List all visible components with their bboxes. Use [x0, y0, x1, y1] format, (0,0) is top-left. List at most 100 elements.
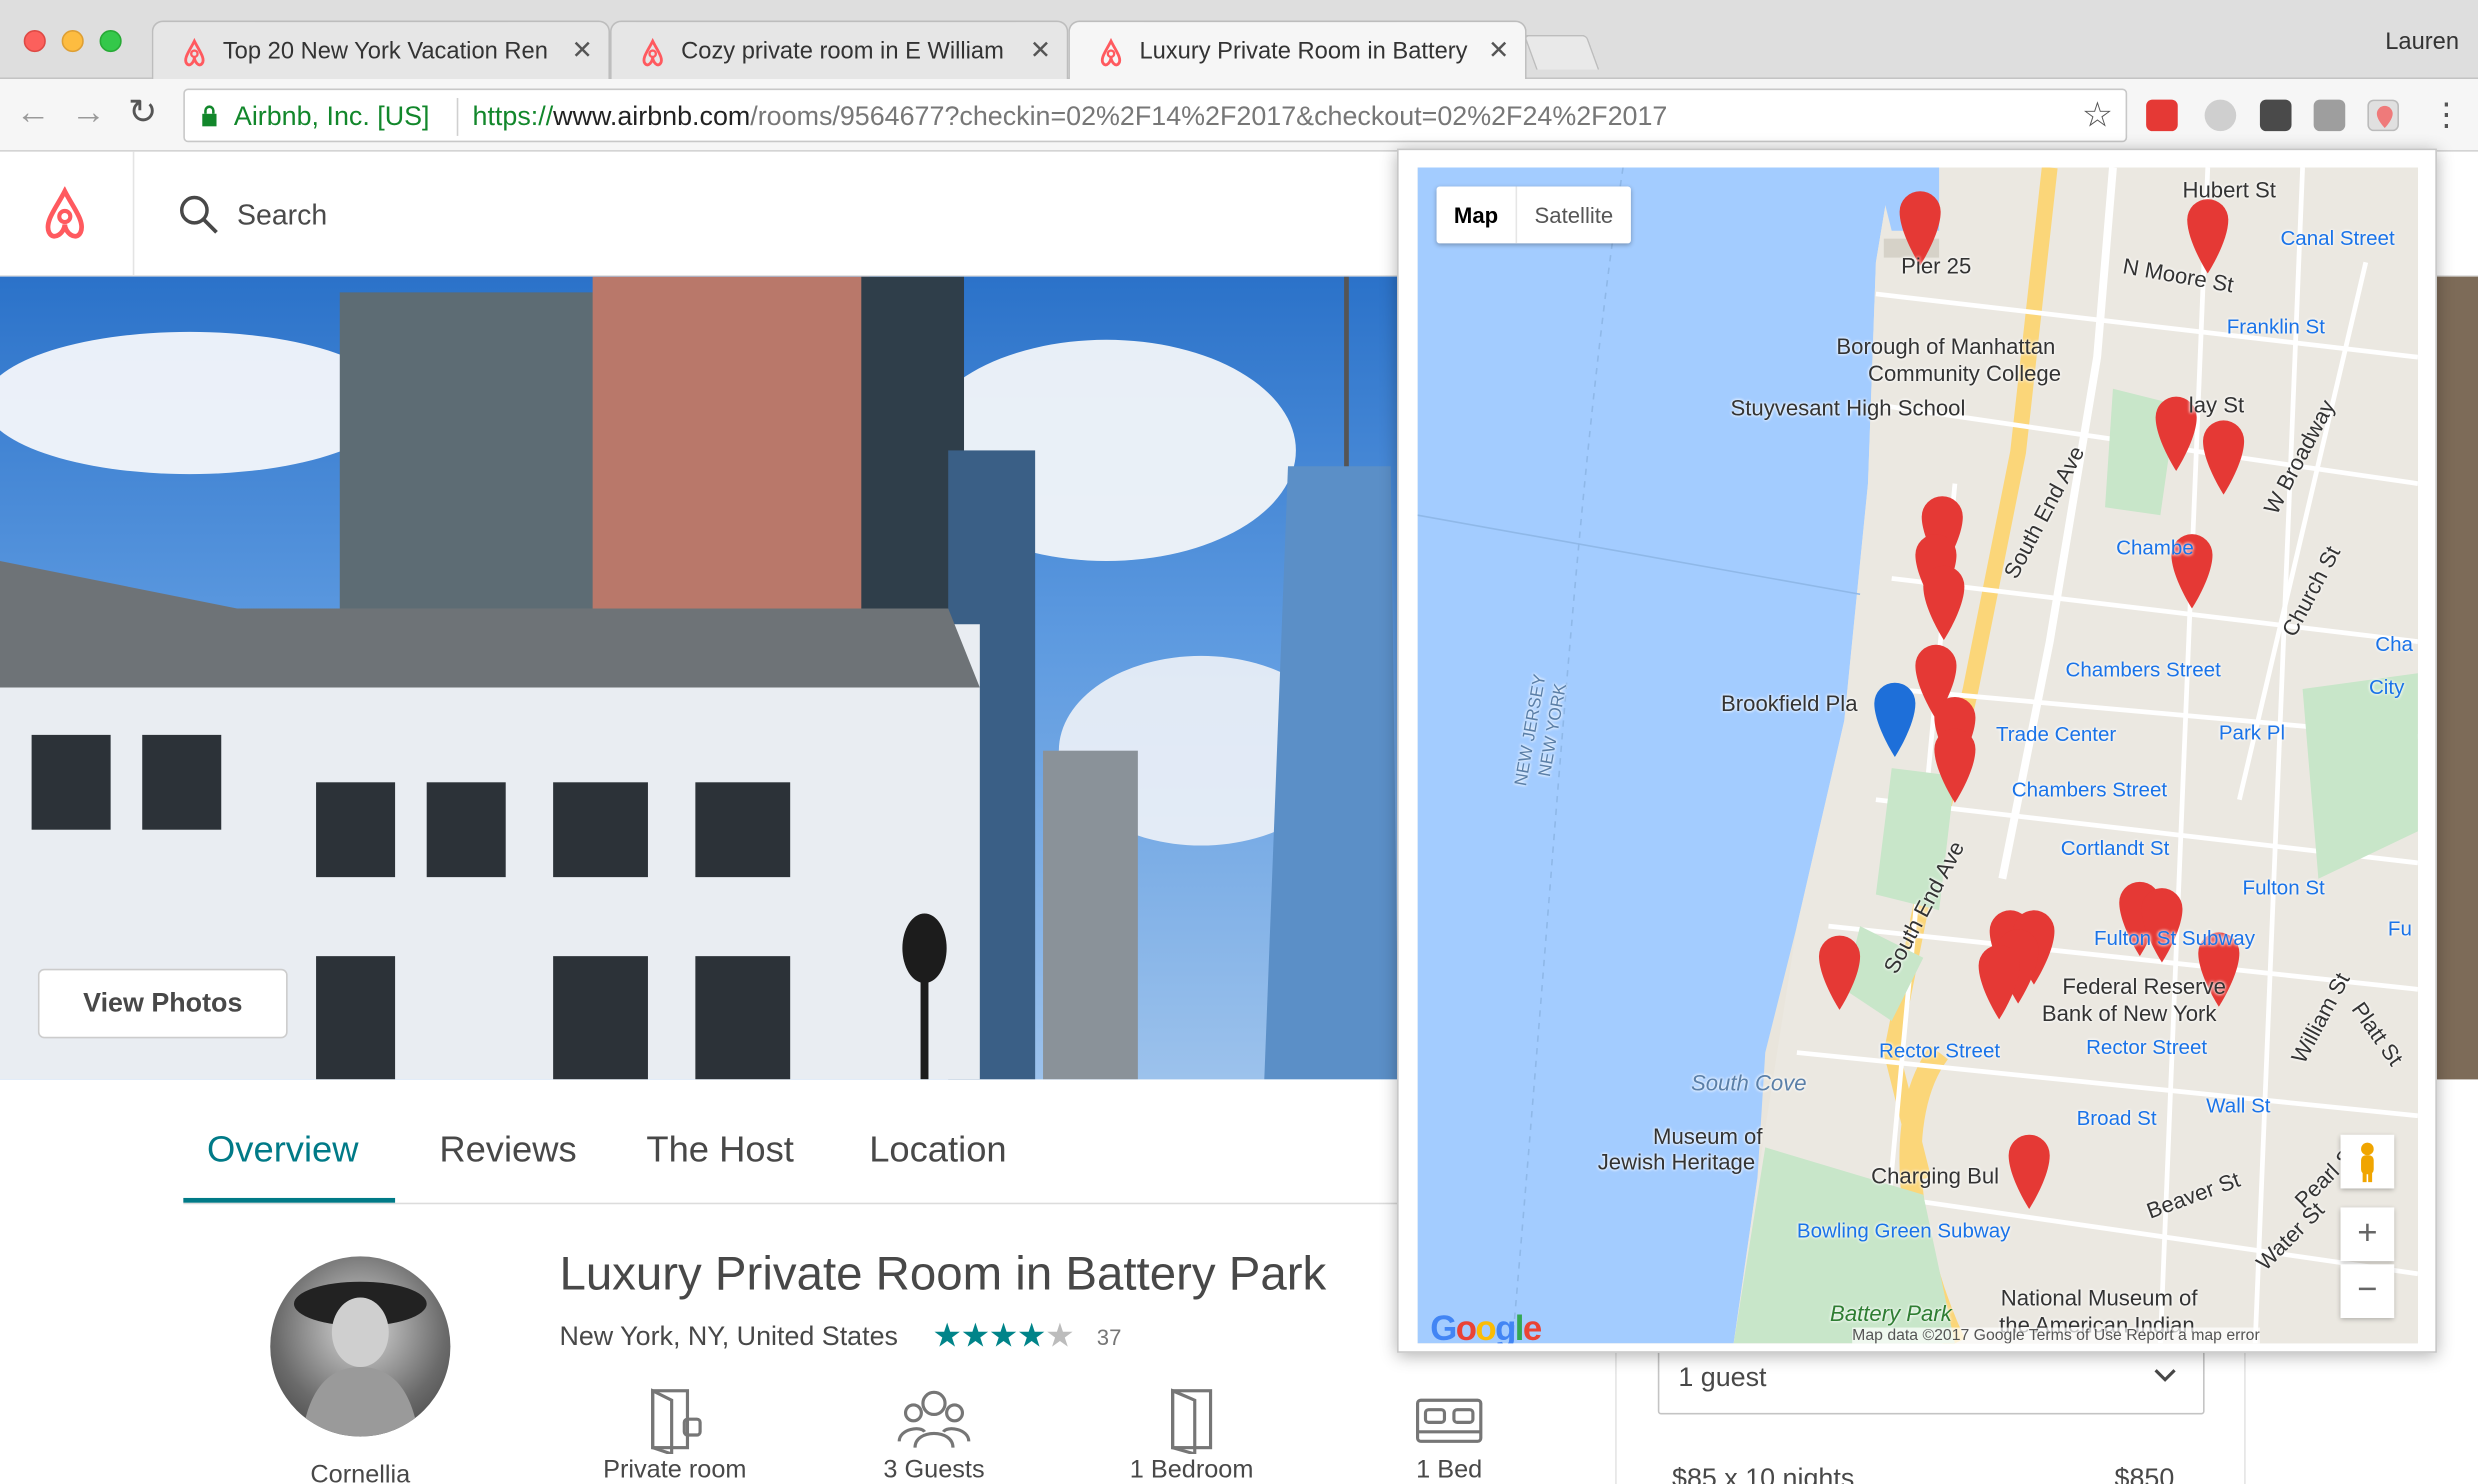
maximize-window-button[interactable]	[99, 30, 122, 53]
browser-tab-1[interactable]: Top 20 New York Vacation Ren ✕	[151, 20, 611, 80]
google-map[interactable]: Pier 25 Borough of Manhattan Community C…	[1417, 167, 2418, 1344]
star-half-icon: ★	[1045, 1318, 1075, 1355]
close-tab-icon[interactable]: ✕	[571, 35, 592, 67]
map-label: Wall St	[2206, 1093, 2271, 1118]
booking-divider	[1615, 1351, 1617, 1484]
star-icon: ★	[988, 1318, 1019, 1355]
private-room-icon	[651, 1388, 702, 1454]
search-input[interactable]: Search	[237, 199, 327, 232]
map-extension-popup: Pier 25 Borough of Manhattan Community C…	[1397, 148, 2437, 1353]
map-label: Bank of New York	[2041, 1000, 2217, 1026]
tab-the-host[interactable]: The Host	[646, 1128, 793, 1171]
star-icon: ★	[1016, 1318, 1047, 1355]
tab-title: Cozy private room in E William	[681, 37, 1004, 65]
address-bar[interactable]: Airbnb, Inc. [US] https://www.airbnb.com…	[183, 88, 2128, 143]
map-label: Canal Street	[2280, 225, 2395, 250]
map-label: City	[2368, 674, 2405, 699]
map-label: Fulton St	[2242, 875, 2325, 900]
youtube-extension-icon[interactable]	[2146, 99, 2178, 132]
back-icon[interactable]: ←	[16, 92, 51, 133]
bedroom-icon	[1171, 1388, 1213, 1454]
menu-icon[interactable]: ⋮	[2431, 95, 2463, 135]
street-view-pegman-icon[interactable]	[2340, 1134, 2395, 1189]
map-label: Chambe	[2116, 535, 2194, 560]
map-label: Park Pl	[2218, 720, 2286, 745]
map-label: Rector Street	[1879, 1038, 2001, 1063]
url-scheme: https://	[472, 101, 554, 132]
map-label: South Cove	[1690, 1069, 1807, 1096]
screen: Top 20 New York Vacation Ren ✕ Cozy priv…	[0, 0, 2478, 1484]
host-name[interactable]: Cornellia	[253, 1462, 468, 1484]
google-logo[interactable]: Google	[1430, 1309, 1542, 1344]
tab-location[interactable]: Location	[869, 1128, 1006, 1171]
browser-tab-active[interactable]: Luxury Private Room in Battery ✕	[1068, 20, 1527, 80]
url-text: https://www.airbnb.com/rooms/9564677?che…	[473, 101, 1668, 133]
zoom-in-button[interactable]: +	[2340, 1207, 2395, 1262]
map-label: Rector Street	[2086, 1035, 2208, 1059]
map-label: Community College	[1867, 360, 2062, 386]
browser-tab-2[interactable]: Cozy private room in E William ✕	[610, 20, 1069, 80]
listing-photo	[0, 276, 1399, 1080]
price-breakdown-label: $85 x 10 nights	[1672, 1463, 1855, 1484]
reload-icon[interactable]: ↻	[128, 92, 157, 133]
new-tab-button[interactable]	[1523, 34, 1600, 70]
chevron-down-icon	[2154, 1369, 2176, 1382]
close-window-button[interactable]	[23, 30, 46, 53]
map-label: Chambers Street	[2065, 657, 2221, 682]
host-avatar[interactable]	[270, 1256, 451, 1437]
map-label: Franklin St	[2226, 314, 2325, 339]
tab-title: Top 20 New York Vacation Ren	[222, 37, 548, 65]
guests-value: 1 guest	[1678, 1362, 1767, 1393]
map-label: Pier 25	[1901, 252, 1972, 279]
close-tab-icon[interactable]: ✕	[1488, 35, 1509, 67]
map-label: Museum of	[1653, 1123, 1763, 1149]
amenity-private-room: Private room	[572, 1384, 777, 1484]
url-host: www.airbnb.com	[553, 101, 751, 132]
browser-tab-strip: Top 20 New York Vacation Ren ✕ Cozy priv…	[0, 0, 2478, 80]
airbnb-favicon-icon	[642, 37, 663, 67]
map-type-satellite-button[interactable]: Satellite	[1515, 186, 1631, 244]
map-type-map-button[interactable]: Map	[1437, 186, 1516, 243]
map-label: Trade Center	[1995, 722, 2117, 746]
extension-icon[interactable]	[2313, 99, 2346, 132]
active-tab-indicator	[183, 1197, 396, 1203]
extension-icon[interactable]	[2204, 99, 2237, 132]
forward-icon[interactable]: →	[71, 92, 106, 133]
map-label: Battery Park	[1830, 1300, 1952, 1326]
amenity-label: 1 Bedroom	[1129, 1457, 1254, 1484]
amenity-label: 3 Guests	[883, 1457, 985, 1484]
header-divider	[132, 151, 135, 277]
profile-name[interactable]: Lauren	[2385, 28, 2459, 55]
map-label: Federal Reserve	[2062, 973, 2226, 999]
hero-photo[interactable]: View Photos	[0, 276, 1399, 1080]
map-label: Cha	[2375, 632, 2413, 656]
map-label: Hubert St	[2182, 177, 2276, 203]
tab-reviews[interactable]: Reviews	[439, 1128, 576, 1171]
map-type-control: Map Satellite	[1436, 186, 1631, 244]
review-count[interactable]: 37	[1097, 1324, 1122, 1349]
view-photos-button[interactable]: View Photos	[37, 968, 288, 1039]
rating-stars[interactable]: ★★★★★	[932, 1316, 1075, 1356]
tab-title: Luxury Private Room in Battery	[1139, 37, 1468, 65]
airbnb-favicon-icon	[184, 37, 205, 67]
zoom-out-button[interactable]: −	[2340, 1264, 2395, 1319]
close-tab-icon[interactable]: ✕	[1030, 35, 1051, 67]
star-icon: ★	[960, 1318, 991, 1355]
map-attribution[interactable]: Map data ©2017 Google Terms of Use Repor…	[1852, 1327, 2260, 1344]
airbnb-logo-icon[interactable]	[35, 186, 95, 246]
minimize-window-button[interactable]	[61, 30, 84, 53]
tab-overview[interactable]: Overview	[207, 1128, 358, 1171]
listing-tabs: Overview Reviews The Host Location	[183, 1106, 1401, 1205]
map-label: Fulton St Subway	[2093, 926, 2256, 950]
evernote-extension-icon[interactable]	[2259, 99, 2292, 132]
map-label: Fu	[2387, 916, 2412, 941]
hero-photo-edge	[2433, 276, 2478, 1080]
bookmark-star-icon[interactable]: ☆	[2082, 95, 2113, 136]
search-icon[interactable]	[177, 193, 221, 237]
map-pin-extension-icon[interactable]	[2367, 99, 2399, 132]
map-label: Bowling Green Subway	[1796, 1218, 2011, 1243]
amenity-bedroom: 1 Bedroom	[1089, 1384, 1294, 1484]
map-label: Charging Bul	[1871, 1163, 2000, 1189]
map-label: Borough of Manhattan	[1836, 333, 2056, 359]
listing-title: Luxury Private Room in Battery Park	[559, 1248, 1327, 1301]
